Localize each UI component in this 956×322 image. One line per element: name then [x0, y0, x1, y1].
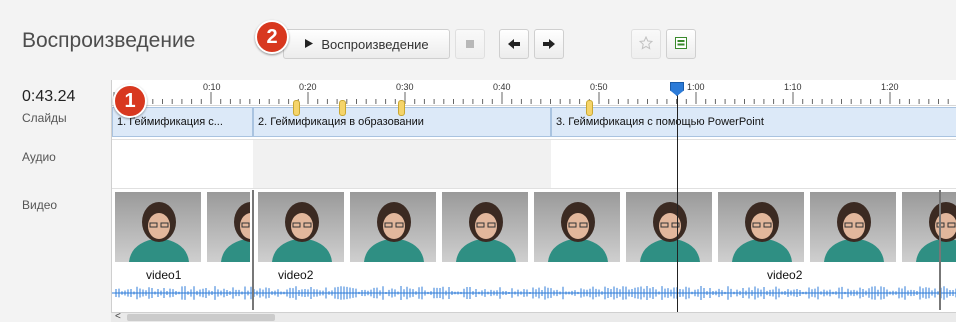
slides-track: 1. Геймификация с... 2. Геймификация в о… — [112, 107, 956, 138]
animation-marker[interactable] — [398, 100, 405, 116]
play-icon — [304, 37, 314, 52]
panel-title: Воспроизведение — [22, 29, 196, 52]
play-button-label: Воспроизведение — [321, 36, 429, 52]
video-thumbnail[interactable] — [350, 192, 438, 262]
ruler-tick-label: 0:50 — [590, 82, 608, 92]
video-thumbnail[interactable] — [442, 192, 530, 262]
arrow-left-icon — [508, 37, 520, 52]
video-thumbnail[interactable] — [534, 192, 622, 262]
star-icon — [638, 35, 654, 53]
stop-icon — [465, 37, 475, 52]
slide-segment[interactable]: 3. Геймификация с помощью PowerPoint — [551, 107, 956, 137]
audio-waveform — [112, 286, 956, 300]
clip-boundary[interactable] — [252, 190, 254, 310]
video-thumbnail[interactable] — [626, 192, 714, 262]
playhead-line — [677, 92, 678, 312]
current-time: 0:43.24 — [22, 88, 76, 105]
ruler-tick-label: 1:00 — [687, 82, 705, 92]
clip-label: video1 — [146, 268, 182, 282]
ruler-tick-label: 1:20 — [881, 82, 899, 92]
ruler-tick-label: 0:30 — [396, 82, 414, 92]
clip-boundary[interactable] — [939, 190, 941, 310]
video-thumbnail[interactable] — [258, 192, 346, 262]
video-thumbnail[interactable] — [718, 192, 806, 262]
note-icon — [674, 36, 688, 53]
animation-marker[interactable] — [293, 100, 300, 116]
ruler-tick-label: 0:10 — [203, 82, 221, 92]
ruler-tick-label: 0:20 — [299, 82, 317, 92]
video-track: video1 video2 video2 — [112, 190, 956, 312]
ruler-ticks — [113, 92, 949, 104]
row-label-audio: Аудио — [22, 150, 56, 164]
animation-marker[interactable] — [339, 100, 346, 116]
notes-button[interactable] — [666, 29, 696, 59]
next-button[interactable] — [534, 29, 564, 59]
stop-button[interactable] — [455, 29, 485, 59]
video-thumbnail[interactable] — [902, 192, 956, 262]
playback-panel: Воспроизведение 2 Воспроизведение 0:43.2… — [0, 0, 956, 322]
ruler-tick-label: 0:40 — [493, 82, 511, 92]
scrollbar-thumb[interactable] — [127, 314, 275, 321]
play-button[interactable]: Воспроизведение — [283, 29, 450, 59]
row-label-slides: Слайды — [22, 111, 67, 125]
audio-track — [112, 139, 956, 189]
horizontal-scrollbar[interactable]: < — [111, 311, 956, 322]
arrow-right-icon — [543, 37, 555, 52]
animation-marker[interactable] — [586, 100, 593, 116]
clip-label: video2 — [767, 268, 803, 282]
scroll-left-icon[interactable]: < — [115, 311, 121, 322]
ruler-tick-label: 1:10 — [784, 82, 802, 92]
audio-gap-region — [253, 140, 551, 188]
time-ruler[interactable]: 0:10 0:20 0:30 0:40 0:50 1:00 1:10 1:20 — [112, 80, 956, 106]
timeline[interactable]: 0:10 0:20 0:30 0:40 0:50 1:00 1:10 1:20 … — [111, 80, 956, 312]
previous-button[interactable] — [499, 29, 529, 59]
video-thumbnail[interactable] — [115, 192, 203, 262]
callout-badge-2: 2 — [255, 20, 289, 54]
favorite-button[interactable] — [631, 29, 661, 59]
video-thumbnail[interactable] — [810, 192, 898, 262]
row-label-video: Видео — [22, 198, 58, 212]
callout-badge-1: 1 — [113, 84, 147, 118]
clip-label: video2 — [278, 268, 314, 282]
video-thumbnail[interactable] — [207, 192, 252, 262]
